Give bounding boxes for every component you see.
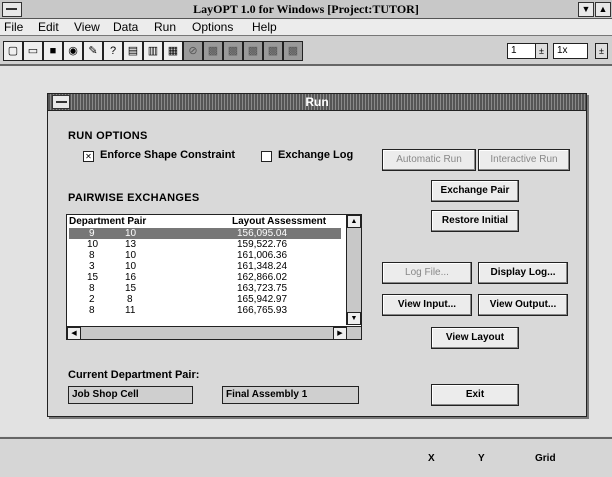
dept-b: 8 — [127, 294, 133, 305]
log-file-button[interactable]: Log File... — [382, 262, 472, 284]
tools-icon[interactable]: ✎ — [83, 41, 103, 61]
exchange-pair-button[interactable]: Exchange Pair — [431, 180, 519, 202]
restore-initial-button[interactable]: Restore Initial — [431, 210, 519, 232]
list-item[interactable]: 9 10 156,095.04 — [69, 228, 341, 239]
scroll-left-icon[interactable]: ◀ — [67, 327, 81, 339]
y-coordinate-label: Y — [478, 453, 485, 464]
list-item[interactable]: 8 11 166,765.93 — [69, 305, 341, 316]
menu-options[interactable]: Options — [192, 20, 233, 34]
dept-b: 10 — [125, 250, 137, 261]
current-pair-field-2: Final Assembly 1 — [222, 386, 359, 404]
automatic-run-button[interactable]: Automatic Run — [382, 149, 476, 171]
menu-run[interactable]: Run — [154, 20, 176, 34]
assessment-value: 166,765.93 — [237, 305, 288, 316]
enforce-shape-checkbox[interactable]: ✕ — [83, 151, 94, 162]
open-folder-icon[interactable]: ▭ — [23, 41, 43, 61]
window-title: LayOPT 1.0 for Windows [Project:TUTOR] — [193, 2, 419, 16]
spin-button-2[interactable]: ± — [595, 43, 608, 59]
vertical-scrollbar[interactable]: ▲ ▼ — [346, 215, 361, 325]
run-options-heading: RUN OPTIONS — [68, 130, 148, 142]
assessment-value: 161,006.36 — [237, 250, 288, 261]
view-icon[interactable]: ◉ — [63, 41, 83, 61]
disabled-icon-2: ▩ — [203, 41, 223, 61]
assessment-value: 163,723.75 — [237, 283, 288, 294]
menu-file[interactable]: File — [4, 20, 23, 34]
toolbar-field-2[interactable]: 1x — [553, 43, 588, 59]
run-dialog: Run RUN OPTIONS ✕ Enforce Shape Constrai… — [47, 93, 587, 417]
x-coordinate-label: X — [428, 453, 435, 464]
dept-a: 15 — [87, 272, 99, 283]
dialog-title-bar: Run — [48, 94, 586, 111]
disabled-icon-3: ▩ — [223, 41, 243, 61]
grid-label: Grid — [535, 453, 556, 464]
dept-b: 13 — [125, 239, 137, 250]
dialog-title: Run — [305, 95, 329, 109]
dept-a: 8 — [89, 305, 95, 316]
current-pair-field-1: Job Shop Cell — [68, 386, 193, 404]
status-bar: X Y Grid — [0, 437, 612, 477]
view-output-button[interactable]: View Output... — [478, 294, 568, 316]
save-disk-icon[interactable]: ■ — [43, 41, 63, 61]
toolbar-field-1[interactable]: 1 — [507, 43, 536, 59]
disabled-icon-6: ▩ — [283, 41, 303, 61]
list-item[interactable]: 8 10 161,006.36 — [69, 250, 341, 261]
horizontal-scrollbar[interactable]: ◀ ▶ — [67, 326, 361, 339]
dept-b: 15 — [125, 283, 137, 294]
dept-a: 3 — [89, 261, 95, 272]
dept-b: 10 — [125, 261, 137, 272]
current-pair-label: Current Department Pair: — [68, 369, 200, 381]
list-item[interactable]: 2 8 165,942.97 — [69, 294, 341, 305]
spin-button-1[interactable]: ± — [535, 43, 548, 59]
print-icon[interactable]: ▦ — [163, 41, 183, 61]
assessment-value: 162,866.02 — [237, 272, 288, 283]
exit-button[interactable]: Exit — [431, 384, 519, 406]
assessment-value: 165,942.97 — [237, 294, 288, 305]
minimize-button[interactable]: ▼ — [578, 2, 594, 17]
list-item[interactable]: 15 16 162,866.02 — [69, 272, 341, 283]
layout-assessment-header: Layout Assessment — [232, 216, 327, 227]
disabled-icon-5: ▩ — [263, 41, 283, 61]
assessment-value: 156,095.04 — [237, 228, 288, 239]
dept-a: 9 — [89, 228, 95, 239]
disabled-icon-1: ⊘ — [183, 41, 203, 61]
dept-a: 2 — [89, 294, 95, 305]
chart-icon[interactable]: ▥ — [143, 41, 163, 61]
menu-bar: File Edit View Data Run Options Help — [0, 19, 612, 36]
dept-a: 8 — [89, 250, 95, 261]
dept-b: 10 — [125, 228, 137, 239]
toolbar: ▢ ▭ ■ ◉ ✎ ? ▤ ▥ ▦ ⊘ ▩ ▩ ▩ ▩ ▩ 1 ± 1x ± — [0, 36, 612, 66]
maximize-button[interactable]: ▲ — [595, 2, 611, 17]
disabled-icon-4: ▩ — [243, 41, 263, 61]
title-bar: LayOPT 1.0 for Windows [Project:TUTOR] ▼… — [0, 0, 612, 19]
exchanges-listbox[interactable]: Department Pair Layout Assessment 9 10 156… — [66, 214, 362, 340]
assessment-value: 161,348.24 — [237, 261, 288, 272]
assessment-value: 159,522.76 — [237, 239, 288, 250]
department-pair-header: Department Pair — [69, 216, 147, 227]
view-layout-button[interactable]: View Layout — [431, 327, 519, 349]
menu-data[interactable]: Data — [113, 20, 138, 34]
view-input-button[interactable]: View Input... — [382, 294, 472, 316]
list-item[interactable]: 8 15 163,723.75 — [69, 283, 341, 294]
list-item[interactable]: 3 10 161,348.24 — [69, 261, 341, 272]
pairwise-exchanges-heading: PAIRWISE EXCHANGES — [68, 192, 200, 204]
layout-icon[interactable]: ▤ — [123, 41, 143, 61]
menu-help[interactable]: Help — [252, 20, 277, 34]
dept-a: 10 — [87, 239, 99, 250]
display-log-button[interactable]: Display Log... — [478, 262, 568, 284]
exchange-log-checkbox[interactable] — [261, 151, 272, 162]
enforce-shape-label: Enforce Shape Constraint — [100, 149, 236, 161]
scroll-right-icon[interactable]: ▶ — [333, 327, 347, 339]
new-file-icon[interactable]: ▢ — [3, 41, 23, 61]
menu-view[interactable]: View — [74, 20, 100, 34]
dept-b: 16 — [125, 272, 137, 283]
scroll-down-icon[interactable]: ▼ — [347, 312, 361, 325]
scroll-up-icon[interactable]: ▲ — [347, 215, 361, 228]
exchange-log-label: Exchange Log — [278, 149, 354, 161]
menu-edit[interactable]: Edit — [38, 20, 59, 34]
dept-b: 11 — [125, 305, 136, 316]
list-item[interactable]: 10 13 159,522.76 — [69, 239, 341, 250]
help-icon[interactable]: ? — [103, 41, 123, 61]
dept-a: 8 — [89, 283, 95, 294]
interactive-run-button[interactable]: Interactive Run — [478, 149, 570, 171]
